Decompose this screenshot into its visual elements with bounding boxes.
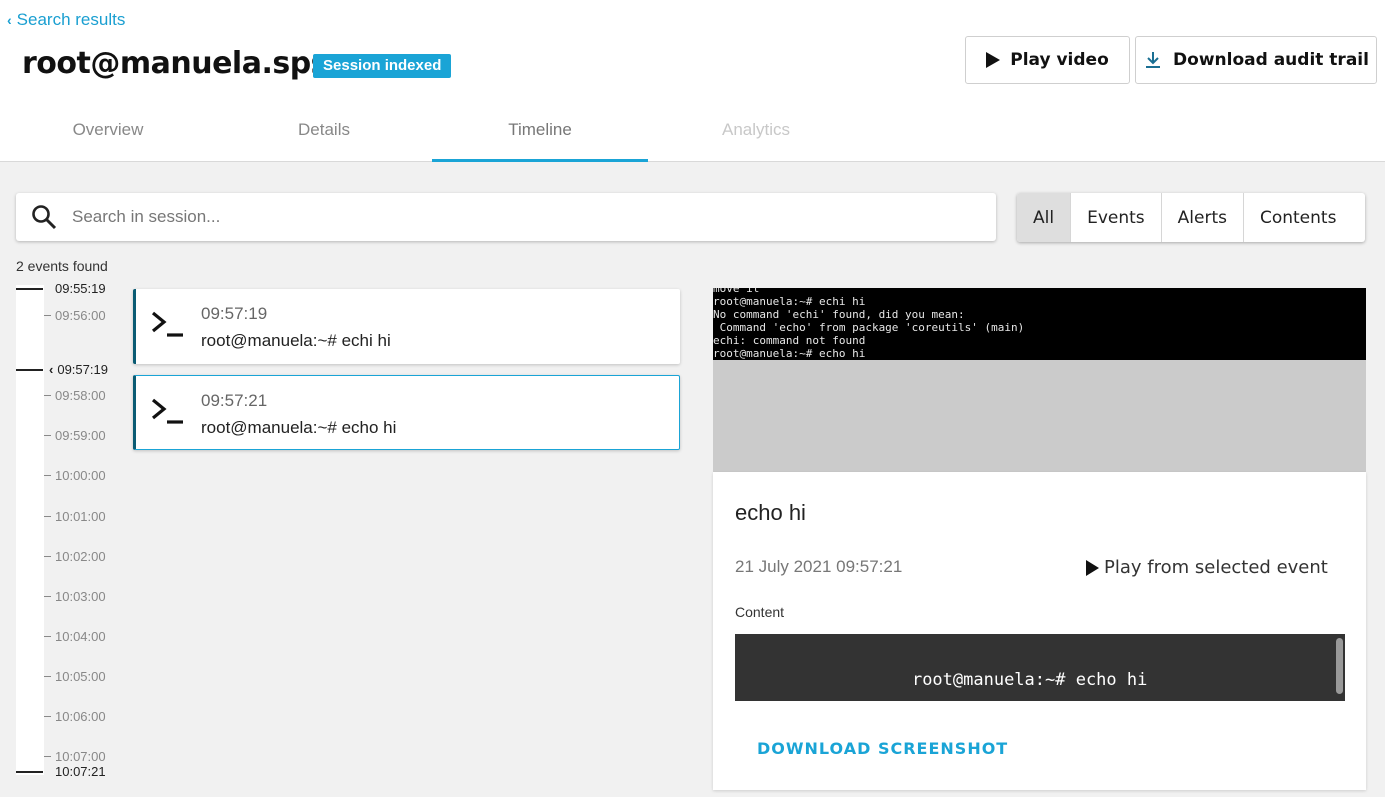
search-bar bbox=[16, 193, 996, 241]
content-scrollbar[interactable] bbox=[1336, 638, 1343, 694]
content-text: root@manuela:~# echo hi bbox=[911, 670, 1148, 690]
session-screenshot: move it root@manuela:~# echi hi No comma… bbox=[713, 288, 1366, 360]
play-video-label: Play video bbox=[1010, 50, 1109, 70]
event-card[interactable]: 09:57:19 root@manuela:~# echi hi bbox=[133, 289, 680, 364]
download-icon bbox=[1146, 52, 1161, 68]
page-title: root@manuela.sps bbox=[22, 46, 329, 81]
page-header: ‹ Search results root@manuela.sps Sessio… bbox=[0, 0, 1385, 162]
detail-title: echo hi bbox=[735, 500, 806, 525]
filter-events-button[interactable]: Events bbox=[1071, 193, 1162, 242]
filter-toggle-group: All Events Alerts Contents bbox=[1017, 193, 1365, 242]
timeline-start-tick: 09:55:19 bbox=[16, 281, 106, 296]
play-icon bbox=[986, 52, 1001, 68]
status-badge: Session indexed bbox=[313, 54, 452, 78]
timeline-end-tick: 10:07:21 bbox=[16, 764, 106, 779]
search-icon bbox=[32, 205, 57, 230]
timeline-event-marker[interactable]: ‹ 09:57:19 bbox=[16, 362, 108, 377]
event-command: root@manuela:~# echi hi bbox=[201, 331, 391, 350]
play-from-label: Play from selected event bbox=[1104, 557, 1328, 578]
filter-alerts-button[interactable]: Alerts bbox=[1162, 193, 1244, 242]
back-to-search-results-link[interactable]: ‹ Search results bbox=[7, 10, 125, 30]
event-detail-panel: echo hi 21 July 2021 09:57:21 Play from … bbox=[713, 472, 1366, 790]
timeline-tick: 10:02:00 bbox=[44, 549, 106, 564]
terminal-icon bbox=[151, 398, 183, 424]
timeline-tick: 09:59:00 bbox=[44, 428, 106, 443]
screenshot-empty-area bbox=[713, 360, 1366, 472]
timeline-tick: 09:56:00 bbox=[44, 308, 106, 323]
timeline-tick: 10:01:00 bbox=[44, 509, 106, 524]
search-input[interactable] bbox=[72, 207, 952, 227]
tab-details[interactable]: Details bbox=[216, 112, 432, 162]
play-video-button[interactable]: Play video bbox=[965, 36, 1130, 84]
play-from-selected-event-button[interactable]: Play from selected event bbox=[1086, 557, 1328, 578]
filter-contents-button[interactable]: Contents bbox=[1244, 193, 1352, 242]
tab-timeline[interactable]: Timeline bbox=[432, 112, 648, 162]
event-command: root@manuela:~# echo hi bbox=[201, 418, 397, 437]
chevron-left-icon: ‹ bbox=[7, 12, 12, 28]
timeline-tick: 10:03:00 bbox=[44, 589, 106, 604]
tab-overview[interactable]: Overview bbox=[0, 112, 216, 162]
timeline-tick: 10:00:00 bbox=[44, 468, 106, 483]
timeline-tick: 09:58:00 bbox=[44, 388, 106, 403]
timeline-tick: 10:04:00 bbox=[44, 629, 106, 644]
download-screenshot-button[interactable]: DOWNLOAD SCREENSHOT bbox=[757, 739, 1008, 758]
detail-date: 21 July 2021 09:57:21 bbox=[735, 557, 903, 576]
timeline-tick: 10:05:00 bbox=[44, 669, 106, 684]
event-time: 09:57:21 bbox=[201, 391, 268, 410]
event-card-selected[interactable]: 09:57:21 root@manuela:~# echo hi bbox=[133, 375, 680, 450]
download-audit-trail-label: Download audit trail bbox=[1173, 50, 1369, 70]
content-label: Content bbox=[735, 604, 785, 620]
back-link-label: Search results bbox=[16, 10, 126, 29]
play-icon bbox=[1086, 559, 1099, 576]
screenshot-terminal-text: move it root@manuela:~# echi hi No comma… bbox=[713, 288, 1025, 360]
download-audit-trail-button[interactable]: Download audit trail bbox=[1135, 36, 1377, 84]
timeline-track[interactable] bbox=[16, 285, 44, 775]
tab-bar: Overview Details Timeline Analytics bbox=[0, 112, 864, 162]
filter-all-button[interactable]: All bbox=[1017, 193, 1072, 242]
events-count: 2 events found bbox=[16, 258, 108, 274]
timeline-tick: 10:06:00 bbox=[44, 709, 106, 724]
content-box: root@manuela:~# echo hi bbox=[735, 634, 1345, 701]
chevron-left-icon: ‹ bbox=[49, 362, 54, 377]
tab-analytics: Analytics bbox=[721, 120, 791, 139]
event-time: 09:57:19 bbox=[201, 304, 268, 323]
timeline-tick: 10:07:00 bbox=[44, 749, 106, 764]
terminal-icon bbox=[151, 311, 183, 337]
